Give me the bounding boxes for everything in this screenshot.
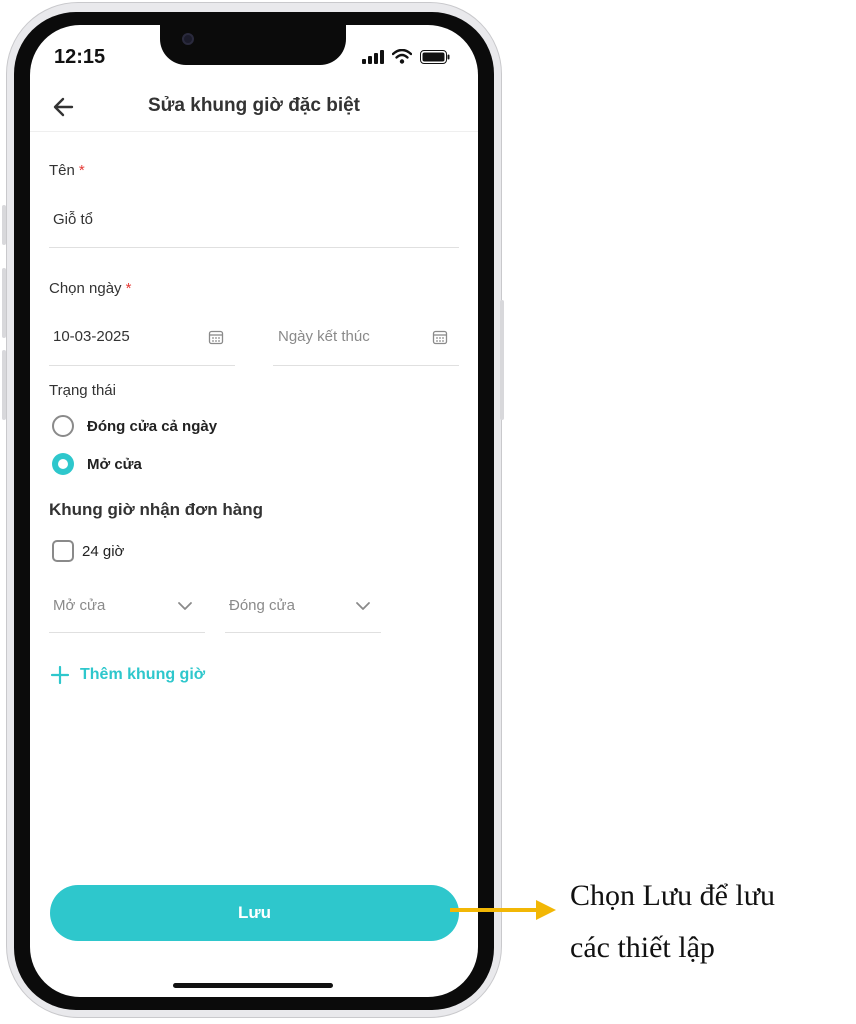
annotation-line-1: Chọn Lưu để lưu — [570, 879, 776, 912]
calendar-icon[interactable] — [208, 329, 224, 345]
side-button — [2, 350, 6, 420]
phone-bezel: 12:15 Sửa khung giờ đặc biệt Tên * Giỗ t… — [14, 12, 494, 1010]
status-label: Trạng thái — [49, 382, 116, 399]
required-mark: * — [78, 162, 85, 179]
home-indicator — [173, 983, 333, 988]
close-time-select[interactable]: Đóng cửa — [229, 597, 295, 614]
save-button[interactable]: Lưu — [50, 885, 459, 941]
all-day-label[interactable]: 24 giờ — [82, 543, 124, 560]
name-label-text: Tên — [49, 162, 75, 179]
add-time-slot-label: Thêm khung giờ — [80, 666, 206, 683]
end-date-input[interactable]: Ngày kết thúc — [278, 328, 370, 345]
radio-closed-all-day-label[interactable]: Đóng cửa cả ngày — [87, 418, 217, 435]
side-button — [2, 205, 6, 245]
plus-icon — [50, 665, 70, 685]
radio-open-label[interactable]: Mở cửa — [87, 456, 142, 473]
app-header: Sửa khung giờ đặc biệt — [30, 85, 478, 132]
hours-section-title: Khung giờ nhận đơn hàng — [49, 500, 263, 519]
wifi-icon — [392, 49, 412, 64]
camera-icon — [182, 33, 194, 45]
date-label: Chọn ngày * — [49, 280, 131, 297]
side-button — [2, 268, 6, 338]
calendar-icon[interactable] — [432, 329, 448, 345]
all-day-checkbox[interactable] — [52, 540, 74, 562]
radio-open[interactable] — [52, 453, 74, 475]
signal-icon — [362, 49, 384, 64]
status-icons — [362, 49, 450, 64]
chevron-down-icon[interactable] — [354, 597, 372, 615]
add-time-slot-button[interactable]: Thêm khung giờ — [50, 665, 205, 685]
screen: 12:15 Sửa khung giờ đặc biệt Tên * Giỗ t… — [30, 25, 478, 997]
start-date-input[interactable]: 10-03-2025 — [53, 328, 130, 345]
status-time: 12:15 — [54, 46, 106, 68]
side-button — [500, 300, 504, 420]
open-time-select[interactable]: Mở cửa — [53, 597, 105, 614]
name-label: Tên * — [49, 162, 85, 179]
open-time-underline — [49, 632, 205, 633]
start-date-underline — [49, 365, 235, 366]
required-mark: * — [125, 280, 132, 297]
name-input[interactable]: Giỗ tổ — [53, 211, 93, 228]
annotation-arrow — [450, 900, 556, 920]
date-label-text: Chọn ngày — [49, 280, 122, 297]
chevron-down-icon[interactable] — [176, 597, 194, 615]
annotation-line-2: các thiết lập — [570, 931, 715, 964]
end-date-underline — [273, 365, 459, 366]
notch — [160, 25, 346, 65]
name-underline — [49, 247, 459, 248]
radio-closed-all-day[interactable] — [52, 415, 74, 437]
close-time-underline — [225, 632, 381, 633]
annotation-text: Chọn Lưu để lưu các thiết lập — [570, 870, 775, 974]
page-title: Sửa khung giờ đặc biệt — [147, 95, 360, 116]
battery-icon — [420, 49, 450, 64]
